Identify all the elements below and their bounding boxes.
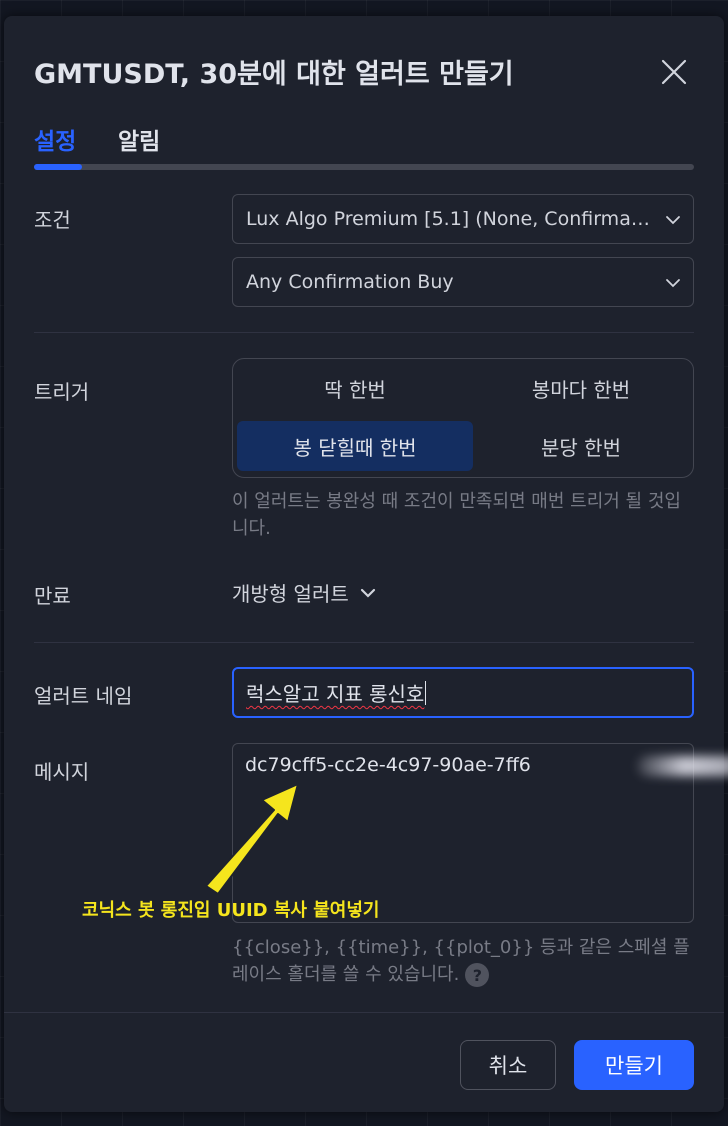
tab-notifications[interactable]: 알림 bbox=[118, 122, 160, 156]
message-hint-text: {{close}}, {{time}}, {{plot_0}} 등과 같은 스페… bbox=[232, 937, 690, 985]
create-alert-dialog: GMTUSDT, 30분에 대한 얼러트 만들기 설정 알림 조건 Lux Al… bbox=[4, 16, 728, 1112]
cancel-button[interactable]: 취소 bbox=[460, 1040, 556, 1090]
tab-bar: 설정 알림 bbox=[34, 122, 694, 172]
help-icon[interactable]: ? bbox=[465, 963, 490, 987]
condition-indicator-select[interactable]: Lux Algo Premium [5.1] (None, Confirmat.… bbox=[232, 194, 694, 244]
message-hint: {{close}}, {{time}}, {{plot_0}} 등과 같은 스페… bbox=[232, 934, 694, 988]
annotation-arrow-icon bbox=[205, 783, 299, 895]
tab-track bbox=[34, 164, 694, 170]
chevron-down-icon bbox=[666, 279, 680, 288]
condition-label: 조건 bbox=[34, 208, 71, 232]
create-button[interactable]: 만들기 bbox=[574, 1040, 694, 1090]
chevron-down-icon bbox=[360, 588, 375, 598]
redacted-blur bbox=[637, 756, 728, 776]
tab-settings[interactable]: 설정 bbox=[34, 122, 76, 156]
footer-divider bbox=[4, 1012, 724, 1013]
trigger-option-once[interactable]: 딱 한번 bbox=[237, 363, 473, 413]
annotation-text: 코닉스 봇 롱진입 UUID 복사 붙여넣기 bbox=[82, 900, 380, 921]
tab-active-indicator bbox=[34, 164, 82, 170]
chevron-down-icon bbox=[666, 216, 680, 225]
condition-indicator-value: Lux Algo Premium [5.1] (None, Confirmat.… bbox=[246, 208, 653, 230]
trigger-option-once-per-bar-close[interactable]: 봉 닫힐때 한번 bbox=[237, 421, 473, 471]
message-value: dc79cff5-cc2e-4c97-90ae-7ff6 bbox=[245, 754, 531, 776]
trigger-segmented-control: 딱 한번 봉마다 한번 봉 닫힐때 한번 분당 한번 bbox=[232, 358, 694, 478]
condition-signal-value: Any Confirmation Buy bbox=[246, 271, 454, 293]
expiration-value: 개방형 얼러트 bbox=[232, 582, 349, 606]
divider bbox=[34, 332, 694, 333]
trigger-hint: 이 얼러트는 봉완성 때 조건이 만족되면 매번 트리거 될 것입니다. bbox=[232, 491, 681, 539]
expiration-dropdown[interactable]: 개방형 얼러트 bbox=[232, 578, 377, 607]
alert-name-input[interactable]: 럭스알고 지표 롱신호 bbox=[232, 667, 694, 718]
divider bbox=[34, 642, 694, 643]
trigger-label: 트리거 bbox=[34, 380, 90, 404]
expiration-label: 만료 bbox=[34, 584, 71, 608]
message-label: 메시지 bbox=[34, 760, 90, 784]
close-icon bbox=[661, 59, 687, 85]
trigger-option-once-per-minute[interactable]: 분당 한번 bbox=[463, 421, 699, 471]
alert-name-label: 얼러트 네임 bbox=[34, 684, 133, 708]
text-caret bbox=[425, 680, 427, 705]
close-button[interactable] bbox=[656, 54, 692, 90]
condition-signal-select[interactable]: Any Confirmation Buy bbox=[232, 257, 694, 307]
dialog-title: GMTUSDT, 30분에 대한 얼러트 만들기 bbox=[34, 59, 514, 90]
alert-name-value: 럭스알고 지표 롱신호 bbox=[246, 682, 425, 706]
trigger-option-once-per-bar[interactable]: 봉마다 한번 bbox=[463, 363, 699, 413]
